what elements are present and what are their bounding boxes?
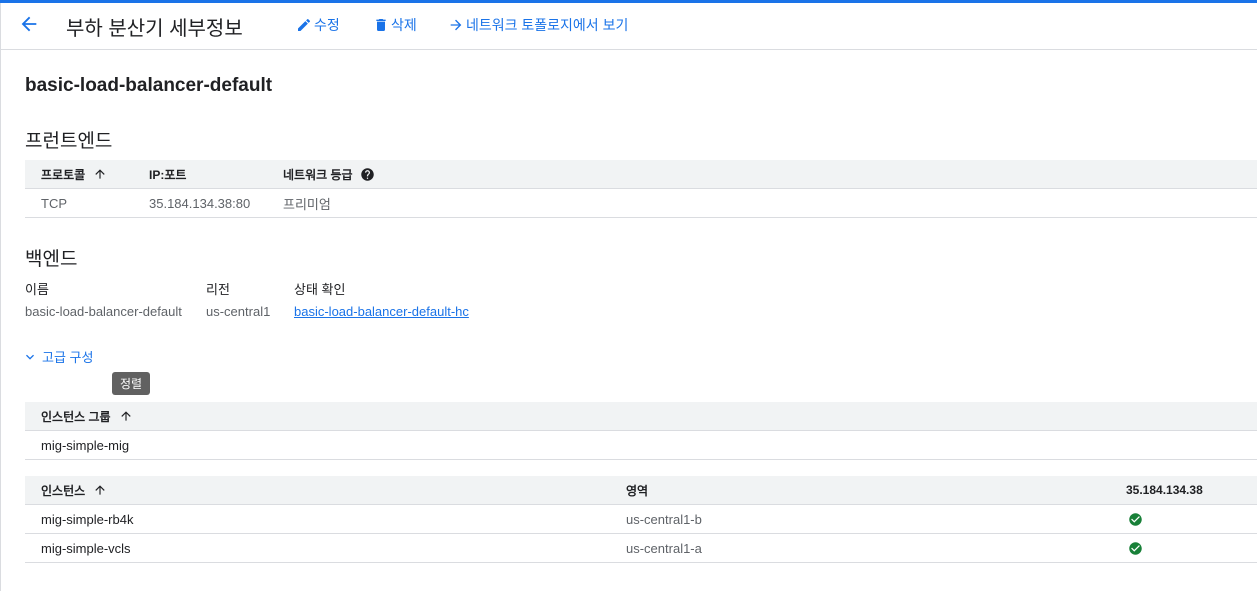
network-tier-column-label: 네트워크 등급 [283,167,353,182]
instance-group-column-header[interactable]: 인스턴스 그룹 [41,402,133,430]
health-check-link[interactable]: basic-load-balancer-default-hc [294,304,469,319]
network-tier-column-header: 네트워크 등급 [283,160,375,188]
instance-name: mig-simple-vcls [41,540,131,556]
page-header: 부하 분산기 세부정보 수정 삭제 네트워크 토폴로지에서 보기 [0,3,1257,50]
ip-column-header: 35.184.134.38 [1126,483,1203,497]
instance-group-row: mig-simple-mig [25,431,1257,460]
load-balancer-name: basic-load-balancer-default [25,75,273,96]
frontend-section-title: 프런트엔드 [25,131,113,152]
advanced-config-toggle[interactable]: 고급 구성 [22,347,93,366]
instance-name: mig-simple-rb4k [41,511,134,527]
view-topology-label: 네트워크 토폴로지에서 보기 [466,17,629,33]
page-title: 부하 분산기 세부정보 [66,18,243,40]
ip-port-cell: 35.184.134.38:80 [149,195,251,211]
backend-health-check-label: 상태 확인 [294,282,346,297]
backend-region-label: 리전 [206,282,230,297]
table-row: mig-simple-vcls us-central1-a [25,534,1257,563]
arrow-left-icon [21,16,37,32]
back-button[interactable] [18,13,40,35]
ip-port-column-header: IP:포트 [149,167,187,182]
arrow-right-icon [450,19,462,31]
instance-group-table-header: 인스턴스 그룹 [25,402,1257,431]
zone-column-header: 영역 [626,483,649,498]
frontend-table-header: 프로토콜 IP:포트 네트워크 등급 [25,160,1257,189]
instances-table-header: 인스턴스 영역 35.184.134.38 [25,476,1257,505]
view-topology-button[interactable]: 네트워크 토폴로지에서 보기 [448,15,628,35]
check-circle-icon [1129,513,1142,526]
sort-tooltip: 정렬 [112,372,151,395]
left-border [0,3,1,591]
protocol-column-label: 프로토콜 [41,167,86,182]
protocol-column-header[interactable]: 프로토콜 [41,160,107,188]
instance-group-column-label: 인스턴스 그룹 [41,409,111,424]
instance-group-name: mig-simple-mig [41,437,130,453]
delete-button-label: 삭제 [391,17,417,33]
backend-name-value: basic-load-balancer-default [25,304,182,319]
delete-button[interactable]: 삭제 [373,15,417,35]
instance-zone: us-central1-b [626,511,702,527]
check-circle-icon [1129,542,1142,555]
backend-name-label: 이름 [25,282,49,297]
advanced-config-label: 고급 구성 [42,350,94,365]
arrow-up-icon [120,411,131,421]
instance-zone: us-central1-a [626,540,702,556]
backend-region-value: us-central1 [206,304,271,319]
chevron-down-icon [26,354,34,360]
instance-column-label: 인스턴스 [41,483,86,498]
edit-button[interactable]: 수정 [296,15,340,35]
edit-button-label: 수정 [314,17,340,33]
protocol-cell: TCP [41,195,67,211]
arrow-up-icon [95,169,105,179]
arrow-up-icon [95,485,105,495]
network-tier-cell: 프리미엄 [283,196,331,212]
pencil-icon [298,18,311,31]
instance-column-header[interactable]: 인스턴스 [41,476,107,504]
question-circle-icon[interactable] [360,167,375,182]
trash-icon [376,19,386,31]
backend-section-title: 백엔드 [25,249,78,270]
frontend-row: TCP 35.184.134.38:80 프리미엄 [25,189,1257,218]
table-row: mig-simple-rb4k us-central1-b [25,505,1257,534]
